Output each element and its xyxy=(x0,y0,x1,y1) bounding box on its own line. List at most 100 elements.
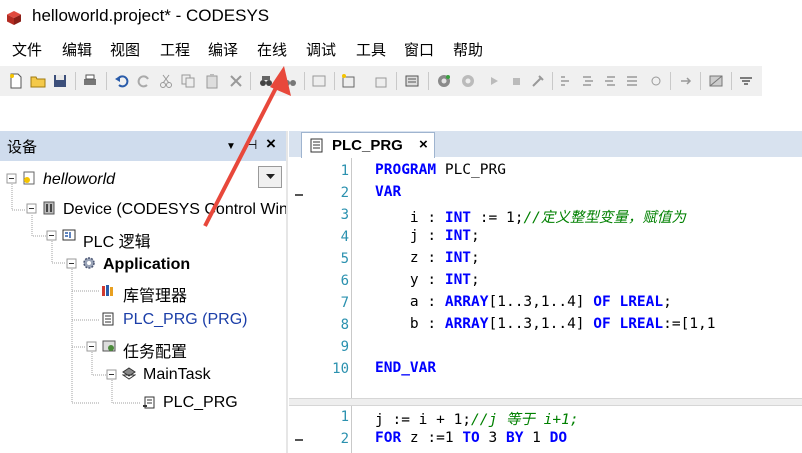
tab-plc-prg[interactable]: PLC_PRG × xyxy=(301,132,435,158)
menu-help[interactable]: 帮助 xyxy=(453,39,483,60)
copy-icon[interactable] xyxy=(180,73,196,89)
tab-label: PLC_PRG xyxy=(332,137,403,154)
step-into-icon[interactable] xyxy=(580,73,596,89)
reset-icon[interactable] xyxy=(530,73,546,89)
logout-icon[interactable] xyxy=(460,73,476,89)
line-number: 8 xyxy=(340,317,349,333)
undo-icon[interactable] xyxy=(114,73,130,89)
tree-item-plc-prg-call[interactable]: PLC_PRG xyxy=(163,394,238,412)
tree-expander-icon[interactable] xyxy=(65,257,79,271)
step-over-icon[interactable] xyxy=(558,73,574,89)
print-icon[interactable] xyxy=(82,73,98,89)
customize-toolbar-icon[interactable] xyxy=(738,73,754,89)
codesys-logo-icon xyxy=(7,11,21,25)
code-line[interactable]: b : ARRAY[1..3,1..4] OF LREAL:=[1,1 xyxy=(375,316,716,332)
line-number: 2 xyxy=(340,431,349,447)
paste-icon[interactable] xyxy=(204,73,220,89)
menu-tools[interactable]: 工具 xyxy=(356,39,386,60)
line-number: 2 xyxy=(340,185,349,201)
tree-expander-icon[interactable] xyxy=(45,229,59,243)
menu-bar: 文件 编辑 视图 工程 编译 在线 调试 工具 窗口 帮助 xyxy=(0,36,802,62)
devices-panel: 设备 ▼ ⊣ × helloworld Device (CODESYS Cont… xyxy=(0,131,288,453)
line-number: 10 xyxy=(332,361,349,377)
code-line[interactable]: VAR xyxy=(375,184,401,200)
code-line[interactable]: FOR z :=1 TO 3 BY 1 DO xyxy=(375,430,567,446)
menu-debug[interactable]: 调试 xyxy=(306,39,336,60)
tree-item-plc-logic[interactable]: PLC 逻辑 xyxy=(83,228,151,252)
menu-project[interactable]: 工程 xyxy=(160,39,190,60)
title-bar: helloworld.project* - CODESYS xyxy=(0,0,802,34)
tree-item-plc-prg[interactable]: PLC_PRG (PRG) xyxy=(123,311,247,329)
code-line[interactable]: y : INT; xyxy=(375,272,480,288)
open-folder-icon[interactable] xyxy=(30,73,46,89)
tree-item-library-manager[interactable]: 库管理器 xyxy=(123,282,187,306)
new-file-icon[interactable] xyxy=(8,73,24,89)
tree-item-application[interactable]: Application xyxy=(103,256,190,274)
library-icon xyxy=(102,285,113,296)
build-icon[interactable] xyxy=(404,73,420,89)
step-out-icon[interactable] xyxy=(602,73,618,89)
save-icon[interactable] xyxy=(52,73,68,89)
breakpoint-icon[interactable] xyxy=(648,73,664,89)
device-icon xyxy=(43,201,55,215)
tree-item-project[interactable]: helloworld xyxy=(43,171,115,189)
window-icon[interactable] xyxy=(311,73,327,89)
find-replace-icon[interactable] xyxy=(282,73,298,89)
find-icon[interactable] xyxy=(258,73,274,89)
code-line[interactable]: z : INT; xyxy=(375,250,480,266)
menu-edit[interactable]: 编辑 xyxy=(62,39,92,60)
line-number: 5 xyxy=(340,251,349,267)
tree-expander-icon[interactable] xyxy=(85,340,99,354)
menu-window[interactable]: 窗口 xyxy=(404,39,434,60)
editor-splitter[interactable] xyxy=(289,398,802,406)
menu-view[interactable]: 视图 xyxy=(110,39,140,60)
implementation-editor[interactable]: 1 j := i + 1;//j 等于 i+1; 2 FOR z :=1 TO 3 B… xyxy=(289,406,802,453)
line-number: 1 xyxy=(340,163,349,179)
stop-icon[interactable] xyxy=(508,73,524,89)
chevron-down-icon xyxy=(266,174,275,179)
toolbar xyxy=(0,66,762,96)
gear-icon xyxy=(83,257,95,269)
login-icon[interactable] xyxy=(436,73,452,89)
line-number: 7 xyxy=(340,295,349,311)
program-icon xyxy=(102,312,114,326)
menu-online[interactable]: 在线 xyxy=(257,39,287,60)
add-object-icon[interactable] xyxy=(341,73,357,89)
redo-icon[interactable] xyxy=(136,73,152,89)
tree-dropdown-button[interactable] xyxy=(258,166,282,188)
export-icon[interactable] xyxy=(373,73,389,89)
menu-file[interactable]: 文件 xyxy=(12,39,42,60)
line-number: 4 xyxy=(340,229,349,245)
tab-close-icon[interactable]: × xyxy=(419,136,428,153)
start-icon[interactable] xyxy=(486,73,502,89)
tree-expander-icon[interactable] xyxy=(25,202,39,216)
cut-icon[interactable] xyxy=(158,73,174,89)
code-line[interactable]: j : INT; xyxy=(375,228,480,244)
code-line[interactable]: i : INT := 1;//定义整型变量，赋值为 xyxy=(375,206,686,227)
tree-item-device[interactable]: Device (CODESYS Control Win xyxy=(63,201,288,219)
program-call-icon xyxy=(143,396,155,409)
panel-splitter[interactable] xyxy=(286,131,288,453)
delete-icon[interactable] xyxy=(228,73,244,89)
task-config-icon xyxy=(102,340,116,352)
code-line[interactable]: j := i + 1;//j 等于 i+1; xyxy=(375,408,579,429)
project-icon xyxy=(23,171,35,185)
tree-expander-icon[interactable] xyxy=(5,172,19,186)
code-line[interactable]: END_VAR xyxy=(375,360,436,376)
code-line[interactable]: PROGRAM PLC_PRG xyxy=(375,162,506,178)
declaration-editor[interactable]: 1 PROGRAM PLC_PRG 2 VAR 3 i : INT := 1;//定义整… xyxy=(289,158,802,398)
tree-item-task-config[interactable]: 任务配置 xyxy=(123,338,187,362)
run-to-cursor-icon[interactable] xyxy=(624,73,640,89)
line-number: 1 xyxy=(340,409,349,425)
tree-item-main-task[interactable]: MainTask xyxy=(143,366,211,384)
window-title: helloworld.project* - CODESYS xyxy=(32,6,270,25)
tree-expander-icon[interactable] xyxy=(105,368,119,382)
flow-control-icon[interactable] xyxy=(678,73,694,89)
toolbar-spacer xyxy=(0,96,802,130)
line-number: 9 xyxy=(340,339,349,355)
line-number: 6 xyxy=(340,273,349,289)
program-icon xyxy=(310,138,323,153)
menu-build[interactable]: 编译 xyxy=(208,39,238,60)
code-line[interactable]: a : ARRAY[1..3,1..4] OF LREAL; xyxy=(375,294,672,310)
display-mode-icon[interactable] xyxy=(708,73,724,89)
